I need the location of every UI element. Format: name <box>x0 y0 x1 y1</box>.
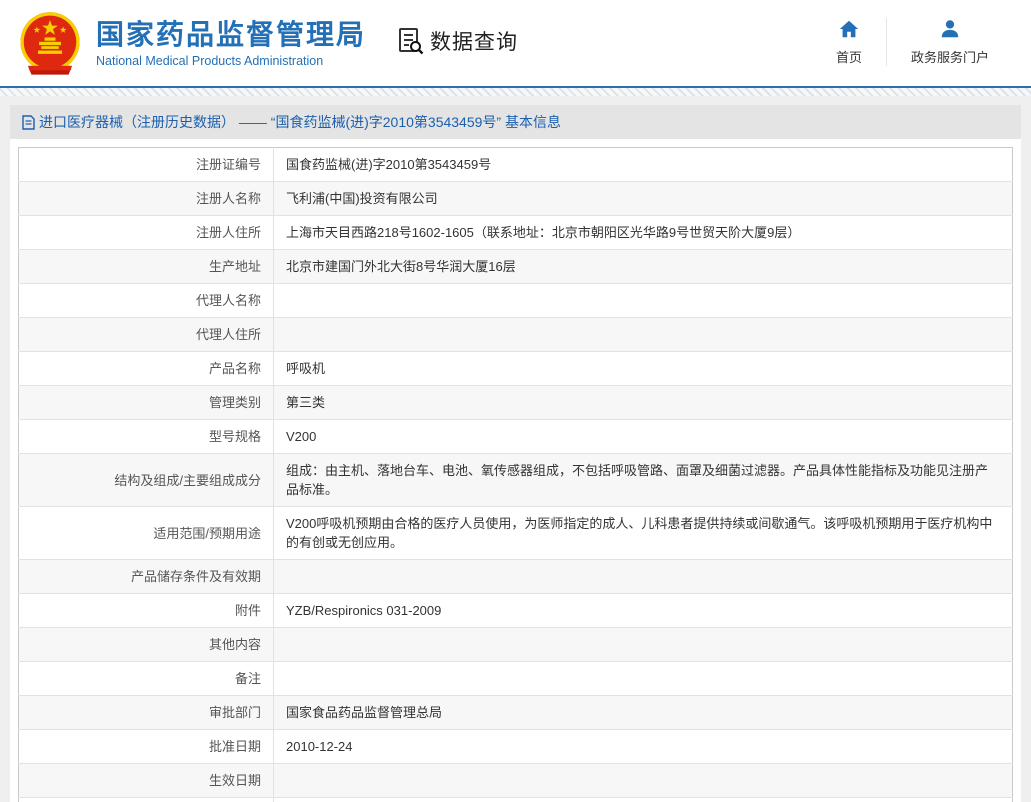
user-icon <box>939 18 961 40</box>
org-name-zh: 国家药品监督管理局 <box>96 19 366 51</box>
table-row: 产品名称呼吸机 <box>19 352 1013 386</box>
row-value <box>274 284 1013 318</box>
org-name-en: National Medical Products Administration <box>96 54 366 68</box>
national-emblem-logo <box>14 9 86 79</box>
row-label: 适用范围/预期用途 <box>19 507 274 560</box>
nav-label-service-portal: 政务服务门户 <box>911 47 989 66</box>
table-row: 型号规格V200 <box>19 420 1013 454</box>
row-value: YZB/Respironics 031-2009 <box>274 594 1013 628</box>
decorative-stripe-band <box>0 88 1031 96</box>
row-value <box>274 318 1013 352</box>
row-label: 注册证编号 <box>19 148 274 182</box>
row-value: 第三类 <box>274 386 1013 420</box>
row-value <box>274 764 1013 798</box>
row-label: 批准日期 <box>19 730 274 764</box>
row-label: 注册人名称 <box>19 182 274 216</box>
org-title-block: 国家药品监督管理局 National Medical Products Admi… <box>96 19 366 68</box>
header-nav: 首页 政务服务门户 <box>812 18 1013 66</box>
row-label: 审批部门 <box>19 696 274 730</box>
table-row: 注册人住所上海市天目西路218号1602-1605（联系地址：北京市朝阳区光华路… <box>19 216 1013 250</box>
row-label: 其他内容 <box>19 628 274 662</box>
table-row: 管理类别第三类 <box>19 386 1013 420</box>
row-value <box>274 628 1013 662</box>
table-row: 产品储存条件及有效期 <box>19 560 1013 594</box>
row-value: 国食药监械(进)字2010第3543459号 <box>274 148 1013 182</box>
row-label: 产品名称 <box>19 352 274 386</box>
row-label: 结构及组成/主要组成成分 <box>19 454 274 507</box>
table-row: 注册证编号国食药监械(进)字2010第3543459号 <box>19 148 1013 182</box>
table-row: 附件YZB/Respironics 031-2009 <box>19 594 1013 628</box>
row-value: 2014-12-23 <box>274 798 1013 802</box>
row-label: 附件 <box>19 594 274 628</box>
row-label: 代理人名称 <box>19 284 274 318</box>
row-value: 北京市建国门外北大街8号华润大厦16层 <box>274 250 1013 284</box>
row-value: 呼吸机 <box>274 352 1013 386</box>
row-value: 飞利浦(中国)投资有限公司 <box>274 182 1013 216</box>
row-label: 有效期至 <box>19 798 274 802</box>
data-query-icon <box>398 27 424 55</box>
table-row: 其他内容 <box>19 628 1013 662</box>
content-panel: 进口医疗器械（注册历史数据） —— “国食药监械(进)字2010第3543459… <box>10 105 1021 802</box>
table-row: 生产地址北京市建国门外北大街8号华润大厦16层 <box>19 250 1013 284</box>
row-label: 备注 <box>19 662 274 696</box>
breadcrumb: 进口医疗器械（注册历史数据） —— “国食药监械(进)字2010第3543459… <box>10 105 1021 139</box>
row-value: V200呼吸机预期由合格的医疗人员使用，为医师指定的成人、儿科患者提供持续或间歇… <box>274 507 1013 560</box>
row-label: 产品储存条件及有效期 <box>19 560 274 594</box>
table-row: 有效期至2014-12-23 <box>19 798 1013 802</box>
nav-item-service-portal[interactable]: 政务服务门户 <box>886 18 1013 66</box>
row-value <box>274 560 1013 594</box>
table-row: 适用范围/预期用途V200呼吸机预期由合格的医疗人员使用，为医师指定的成人、儿科… <box>19 507 1013 560</box>
table-row: 代理人住所 <box>19 318 1013 352</box>
row-label: 管理类别 <box>19 386 274 420</box>
row-label: 生产地址 <box>19 250 274 284</box>
row-value <box>274 662 1013 696</box>
nav-item-home[interactable]: 首页 <box>812 18 886 66</box>
table-row: 注册人名称飞利浦(中国)投资有限公司 <box>19 182 1013 216</box>
document-icon <box>22 115 35 130</box>
info-table-wrap: 注册证编号国食药监械(进)字2010第3543459号注册人名称飞利浦(中国)投… <box>10 139 1021 802</box>
row-label: 生效日期 <box>19 764 274 798</box>
row-label: 代理人住所 <box>19 318 274 352</box>
home-icon <box>838 18 860 40</box>
data-query-title: 数据查询 <box>430 26 518 56</box>
table-row: 批准日期2010-12-24 <box>19 730 1013 764</box>
page-title: 进口医疗器械（注册历史数据） —— “国食药监械(进)字2010第3543459… <box>39 112 561 132</box>
table-row: 备注 <box>19 662 1013 696</box>
info-table: 注册证编号国食药监械(进)字2010第3543459号注册人名称飞利浦(中国)投… <box>18 147 1013 802</box>
row-label: 型号规格 <box>19 420 274 454</box>
row-value: 组成：由主机、落地台车、电池、氧传感器组成，不包括呼吸管路、面罩及细菌过滤器。产… <box>274 454 1013 507</box>
row-value: 2010-12-24 <box>274 730 1013 764</box>
table-row: 生效日期 <box>19 764 1013 798</box>
row-value: 国家食品药品监督管理总局 <box>274 696 1013 730</box>
row-value: 上海市天目西路218号1602-1605（联系地址：北京市朝阳区光华路9号世贸天… <box>274 216 1013 250</box>
nav-label-home: 首页 <box>836 47 862 66</box>
table-row: 代理人名称 <box>19 284 1013 318</box>
data-query-section: 数据查询 <box>398 26 518 56</box>
table-row: 审批部门国家食品药品监督管理总局 <box>19 696 1013 730</box>
site-header: 国家药品监督管理局 National Medical Products Admi… <box>0 0 1031 88</box>
table-row: 结构及组成/主要组成成分组成：由主机、落地台车、电池、氧传感器组成，不包括呼吸管… <box>19 454 1013 507</box>
row-value: V200 <box>274 420 1013 454</box>
row-label: 注册人住所 <box>19 216 274 250</box>
